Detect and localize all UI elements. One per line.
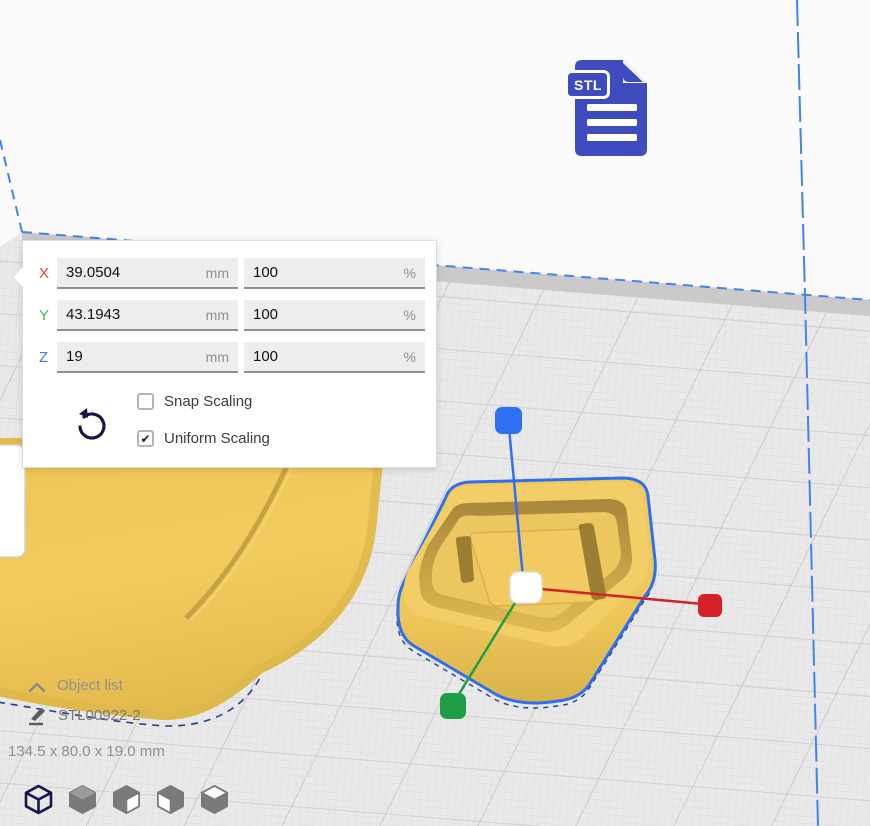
- x-percent-input[interactable]: [253, 264, 404, 281]
- stl-badge-label: STL: [574, 77, 602, 93]
- scale-handle-y[interactable]: [440, 693, 466, 719]
- z-size-input[interactable]: [66, 348, 206, 365]
- stl-file-icon: STL: [565, 55, 660, 160]
- object-dimensions: 134.5 x 80.0 x 19.0 mm: [8, 743, 165, 760]
- chevron-up-icon: [28, 681, 46, 693]
- z-size-unit: mm: [206, 349, 229, 365]
- y-size-unit: mm: [206, 307, 229, 323]
- reset-scale-button[interactable]: [69, 402, 107, 442]
- camera-view-toolbar: [22, 783, 231, 816]
- cube-wireframe-icon: [22, 783, 55, 816]
- y-percent-field[interactable]: %: [244, 300, 425, 331]
- object-list-collapse-button[interactable]: [26, 680, 48, 696]
- axis-y-label: Y: [39, 307, 57, 324]
- view-left-button[interactable]: [154, 783, 187, 816]
- view-top-button[interactable]: [110, 783, 143, 816]
- view-right-button[interactable]: [198, 783, 231, 816]
- y-size-input[interactable]: [66, 306, 206, 323]
- snap-scaling-row: Snap Scaling: [137, 393, 252, 410]
- scale-handle-center[interactable]: [510, 572, 542, 603]
- y-percent-unit: %: [404, 307, 416, 323]
- uniform-scaling-label: Uniform Scaling: [164, 430, 270, 447]
- object-list-header[interactable]: Object list: [57, 677, 123, 694]
- z-size-field[interactable]: mm: [57, 342, 238, 373]
- view-3d-button[interactable]: [22, 783, 55, 816]
- cube-top-face-icon: [198, 783, 231, 816]
- cura-viewport: X mm % Y mm % Z mm %: [0, 0, 870, 826]
- z-percent-input[interactable]: [253, 348, 404, 365]
- x-size-unit: mm: [206, 265, 229, 281]
- uniform-scaling-checkbox[interactable]: ✔: [137, 430, 154, 447]
- x-percent-unit: %: [404, 265, 416, 281]
- axis-z-label: Z: [39, 349, 57, 366]
- uniform-check-mark: ✔: [140, 433, 150, 445]
- scale-tool-panel: X mm % Y mm % Z mm %: [22, 240, 437, 468]
- scale-handle-x[interactable]: [698, 594, 722, 617]
- cube-solid-icon: [66, 783, 99, 816]
- axis-x-label: X: [39, 265, 57, 282]
- snap-scaling-label: Snap Scaling: [164, 393, 252, 410]
- rename-pencil-icon[interactable]: [27, 705, 49, 732]
- object-name[interactable]: STL00922-2: [58, 707, 141, 724]
- cube-left-face-icon: [154, 783, 187, 816]
- scale-handle-z[interactable]: [495, 407, 522, 434]
- cube-front-face-icon: [110, 783, 143, 816]
- x-size-input[interactable]: [66, 264, 206, 281]
- z-percent-field[interactable]: %: [244, 342, 425, 373]
- y-percent-input[interactable]: [253, 306, 404, 323]
- x-size-field[interactable]: mm: [57, 258, 238, 289]
- uniform-scaling-row: ✔ Uniform Scaling: [137, 430, 270, 447]
- x-percent-field[interactable]: %: [244, 258, 425, 289]
- view-front-button[interactable]: [66, 783, 99, 816]
- y-size-field[interactable]: mm: [57, 300, 238, 331]
- snap-scaling-checkbox[interactable]: [137, 393, 154, 410]
- reset-icon: [69, 402, 107, 442]
- z-percent-unit: %: [404, 349, 416, 365]
